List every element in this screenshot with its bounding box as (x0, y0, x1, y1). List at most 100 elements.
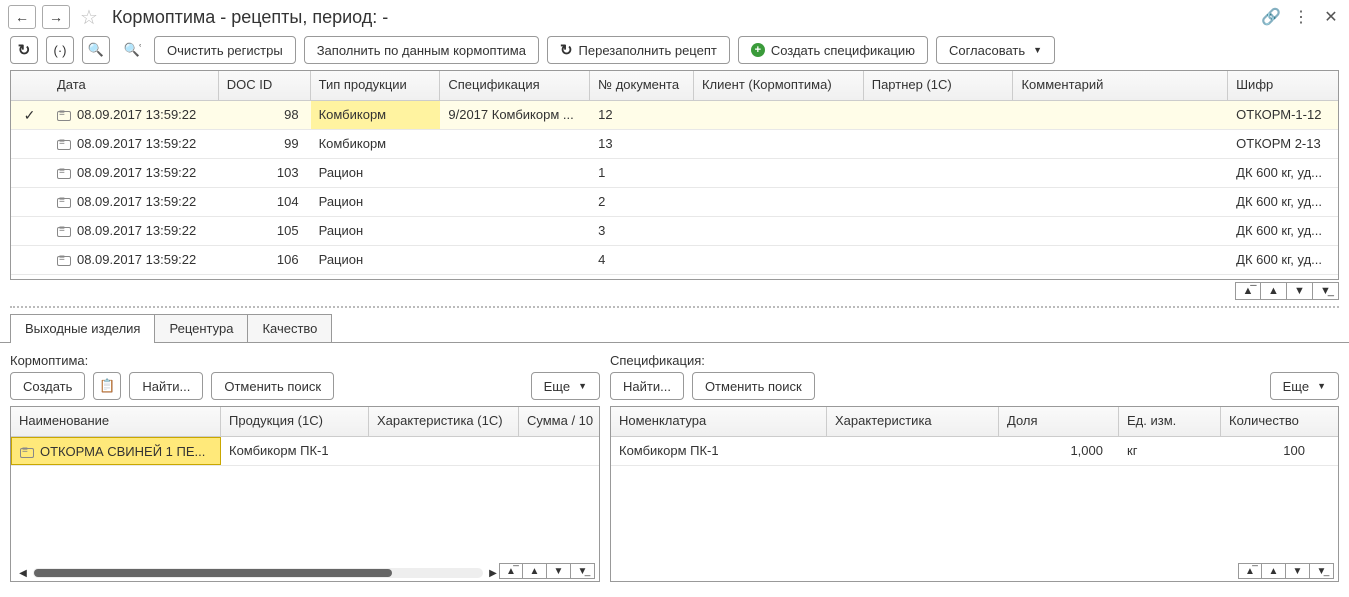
document-icon (57, 140, 71, 150)
antenna-button[interactable]: (·) (46, 36, 74, 64)
close-icon[interactable]: ✕ (1321, 7, 1341, 27)
scroll-track[interactable] (33, 568, 483, 578)
copy-button[interactable]: 📋 (93, 372, 121, 400)
table-row[interactable]: ОТКОРМА СВИНЕЙ 1 ПЕ...Комбикорм ПК-1 (11, 437, 599, 466)
cell-num: 3 (590, 217, 694, 245)
column-nomenclature[interactable]: Номенклатура (611, 407, 827, 436)
grid-first-button[interactable]: ▲̅ (499, 563, 523, 579)
column-char[interactable]: Характеристика (1С) (369, 407, 519, 436)
tabbar: Выходные изделия Рецентура Качество (0, 314, 1349, 343)
tab-quality[interactable]: Качество (247, 314, 332, 342)
column-prod[interactable]: Продукция (1С) (221, 407, 369, 436)
grid-up-button[interactable]: ▲ (1262, 563, 1286, 579)
document-icon (57, 198, 71, 208)
cell-type: Рацион (311, 246, 441, 274)
table-row[interactable]: 08.09.2017 13:59:22103Рацион1ДК 600 кг, … (11, 159, 1338, 188)
table-row[interactable]: ✓08.09.2017 13:59:2298Комбикорм9/2017 Ко… (11, 101, 1338, 130)
find-button[interactable]: Найти... (610, 372, 684, 400)
tab-recipe[interactable]: Рецентура (154, 314, 248, 342)
column-code[interactable]: Шифр (1228, 71, 1338, 100)
column-spec[interactable]: Спецификация (440, 71, 590, 100)
column-client[interactable]: Клиент (Кормоптима) (694, 71, 864, 100)
forward-button[interactable]: → (42, 5, 70, 29)
column-quantity[interactable]: Количество (1221, 407, 1321, 436)
column-num[interactable]: № документа (590, 71, 694, 100)
cell-date: 08.09.2017 13:59:22 (49, 188, 219, 216)
column-sum[interactable]: Сумма / 10 (519, 407, 599, 436)
kormoptima-grid-body[interactable]: ОТКОРМА СВИНЕЙ 1 ПЕ...Комбикорм ПК-1 (11, 437, 599, 581)
create-spec-button[interactable]: + Создать спецификацию (738, 36, 928, 64)
kormoptima-grid-nav: ▲̅ ▲ ▼ ▼̲ (499, 563, 595, 579)
grid-down-button[interactable]: ▼ (1287, 282, 1313, 300)
check-icon: ✓ (24, 107, 36, 123)
cell-num: 2 (590, 188, 694, 216)
more-dropdown-button[interactable]: Еще ▼ (531, 372, 600, 400)
cell-num: 12 (590, 101, 694, 129)
column-share[interactable]: Доля (999, 407, 1119, 436)
document-icon (57, 227, 71, 237)
column-name[interactable]: Наименование (11, 407, 221, 436)
grid-last-button[interactable]: ▼̲ (571, 563, 595, 579)
approve-dropdown-button[interactable]: Согласовать ▼ (936, 36, 1055, 64)
cell-num: 1 (590, 159, 694, 187)
create-button[interactable]: Создать (10, 372, 85, 400)
table-row[interactable]: 08.09.2017 13:59:22104Рацион2ДК 600 кг, … (11, 188, 1338, 217)
more-menu-icon[interactable]: ⋮ (1291, 7, 1311, 27)
favorite-star-icon[interactable]: ☆ (76, 5, 102, 30)
link-icon[interactable]: 🔗 (1261, 7, 1281, 27)
chevron-down-icon: ▼ (578, 381, 587, 391)
table-row[interactable]: 08.09.2017 13:59:22105Рацион3ДК 600 кг, … (11, 217, 1338, 246)
cancel-find-button[interactable]: Отменить поиск (692, 372, 815, 400)
search-button[interactable]: 🔍 (82, 36, 110, 64)
table-row[interactable]: 08.09.2017 13:59:22106Рацион4ДК 600 кг, … (11, 246, 1338, 275)
column-comment[interactable]: Комментарий (1013, 71, 1228, 100)
table-row[interactable]: Комбикорм ПК-11,000кг100 (611, 437, 1338, 466)
chevron-down-icon: ▼ (1033, 45, 1042, 55)
table-row[interactable]: 08.09.2017 13:59:2299Комбикорм13ОТКОРМ 2… (11, 130, 1338, 159)
cell-characteristic (827, 437, 999, 465)
scroll-right-icon[interactable]: ▶ (487, 567, 499, 579)
main-grid-body[interactable]: ✓08.09.2017 13:59:2298Комбикорм9/2017 Ко… (11, 101, 1338, 279)
cell-spec (440, 159, 590, 187)
column-doc-id[interactable]: DOC ID (219, 71, 311, 100)
back-button[interactable]: ← (8, 5, 36, 29)
row-marker (11, 130, 49, 158)
cell-comment (1013, 130, 1228, 158)
grid-last-button[interactable]: ▼̲ (1310, 563, 1334, 579)
column-type[interactable]: Тип продукции (311, 71, 441, 100)
cancel-find-button[interactable]: Отменить поиск (211, 372, 334, 400)
fill-from-kormoptima-button[interactable]: Заполнить по данным кормоптима (304, 36, 539, 64)
scroll-thumb[interactable] (34, 569, 392, 577)
cell-doc-id: 99 (219, 130, 311, 158)
kormoptima-grid: Наименование Продукция (1С) Характеристи… (10, 406, 600, 582)
find-button[interactable]: Найти... (129, 372, 203, 400)
column-characteristic[interactable]: Характеристика (827, 407, 999, 436)
cell-type: Комбикорм (311, 101, 441, 129)
refresh-button[interactable]: ↻ (10, 36, 38, 64)
grid-last-button[interactable]: ▼̲ (1313, 282, 1339, 300)
cell-partner (864, 101, 1014, 129)
clear-registers-button[interactable]: Очистить регистры (154, 36, 296, 64)
grid-up-button[interactable]: ▲ (1261, 282, 1287, 300)
column-partner[interactable]: Партнер (1С) (864, 71, 1014, 100)
column-marker[interactable] (11, 71, 49, 100)
cell-code: ДК 600 кг, уд... (1228, 246, 1338, 274)
grid-down-button[interactable]: ▼ (547, 563, 571, 579)
grid-first-button[interactable]: ▲̅ (1238, 563, 1262, 579)
cancel-search-icon-button[interactable]: 🔍͑ (118, 36, 146, 64)
cell-comment (1013, 217, 1228, 245)
horizontal-scrollbar[interactable]: ◀ ▶ (17, 567, 499, 579)
tab-output-products[interactable]: Выходные изделия (10, 314, 155, 342)
document-icon (57, 111, 71, 121)
spec-grid-body[interactable]: Комбикорм ПК-11,000кг100 (611, 437, 1338, 581)
grid-up-button[interactable]: ▲ (523, 563, 547, 579)
column-unit[interactable]: Ед. изм. (1119, 407, 1221, 436)
grid-down-button[interactable]: ▼ (1286, 563, 1310, 579)
row-marker (11, 246, 49, 274)
refill-recipe-button[interactable]: ↻ Перезаполнить рецепт (547, 36, 730, 64)
grid-first-button[interactable]: ▲̅ (1235, 282, 1261, 300)
scroll-left-icon[interactable]: ◀ (17, 567, 29, 579)
cell-name: ОТКОРМА СВИНЕЙ 1 ПЕ... (11, 437, 221, 465)
more-dropdown-button[interactable]: Еще ▼ (1270, 372, 1339, 400)
column-date[interactable]: Дата (49, 71, 219, 100)
